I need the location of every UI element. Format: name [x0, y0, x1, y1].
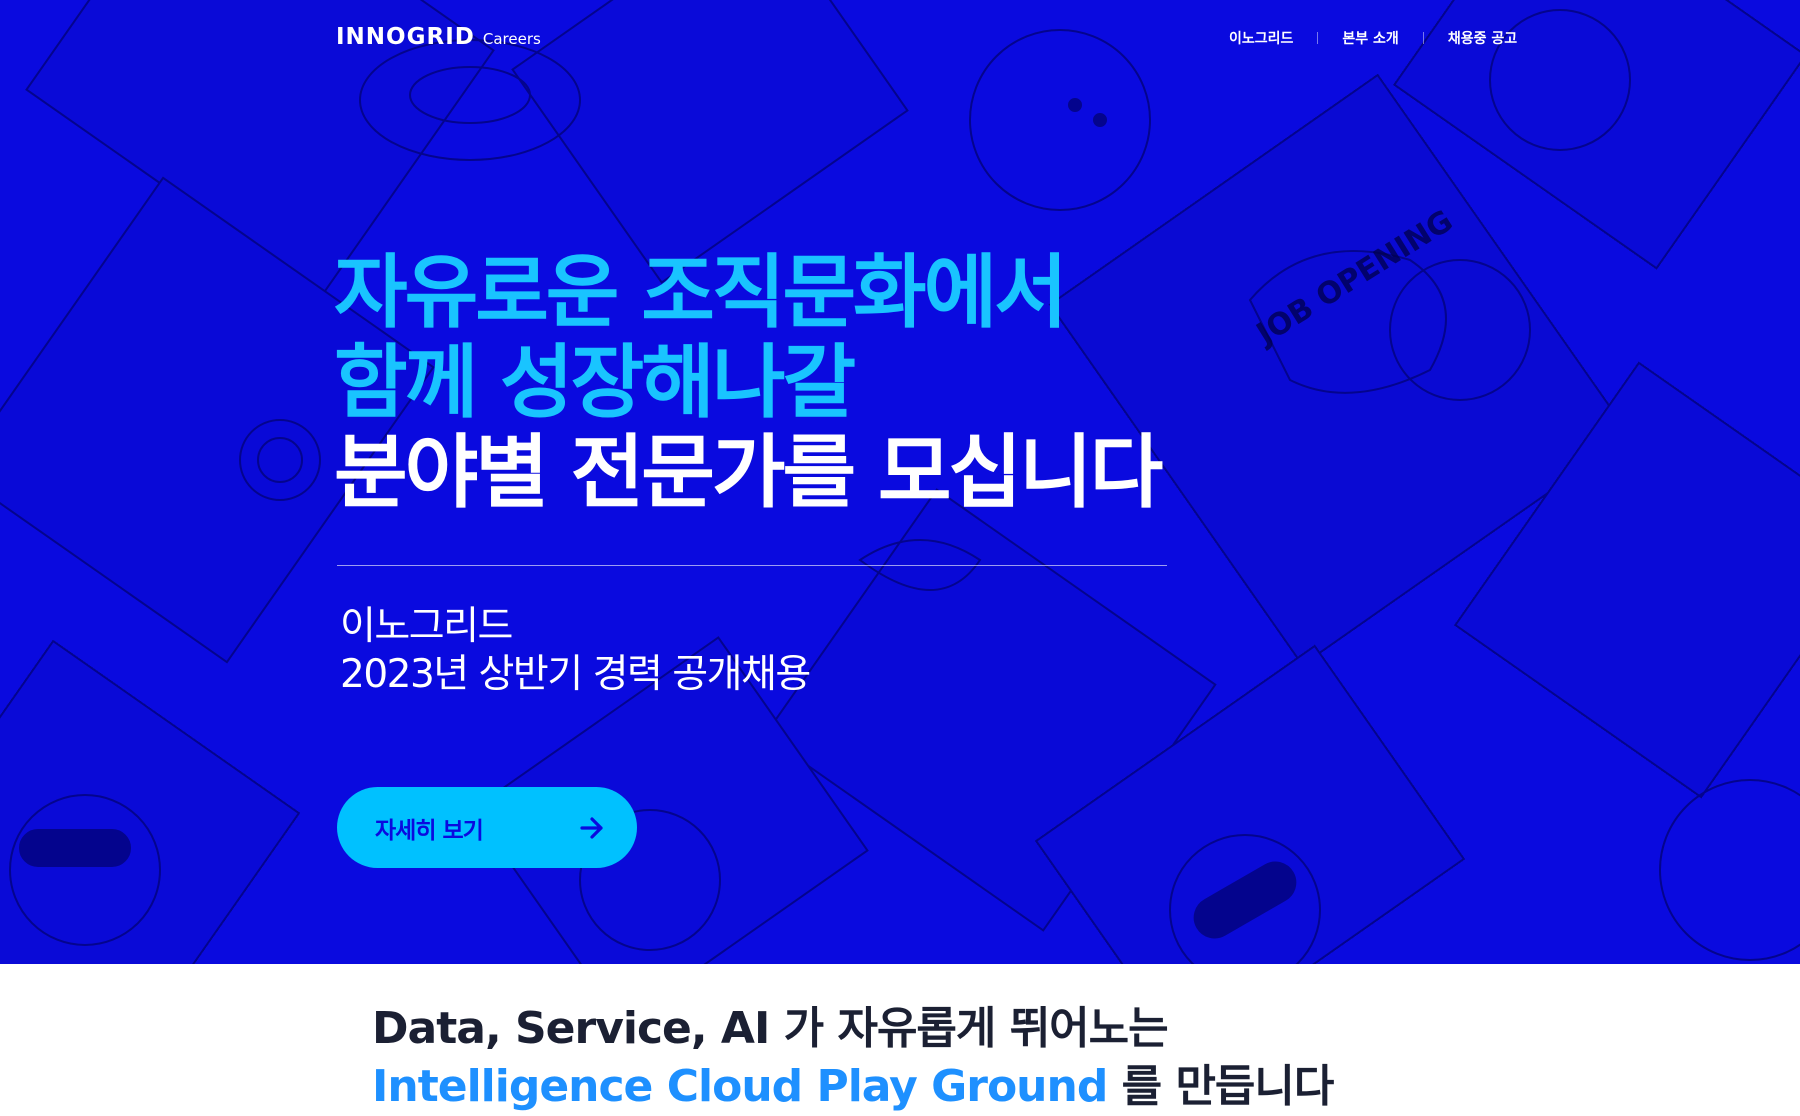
main-nav: 이노그리드 본부 소개 채용중 공고 — [1205, 28, 1541, 48]
nav-item-division-intro[interactable]: 본부 소개 — [1318, 28, 1422, 48]
hero-section: JOB OPENING INNOGRID Careers 이노그리드 본부 소개… — [0, 0, 1800, 964]
logo-sub-text: Careers — [482, 30, 541, 48]
view-details-button[interactable]: 자세히 보기 — [337, 787, 637, 868]
nav-item-job-openings[interactable]: 채용중 공고 — [1424, 28, 1541, 48]
innogrid-careers-logo[interactable]: INNOGRID Careers — [336, 24, 541, 50]
headline-line-2: 함께 성장해나갈 — [334, 336, 856, 429]
intro-line-2: Intelligence Cloud Play Ground 를 만듭니다 — [372, 1058, 1335, 1116]
subheading-company: 이노그리드 — [340, 604, 513, 649]
headline-line-1: 자유로운 조직문화에서 — [334, 246, 1068, 339]
intro-highlight: Intelligence Cloud Play Ground — [372, 1061, 1108, 1112]
logo-main-text: INNOGRID — [336, 24, 475, 50]
subheading-recruitment: 2023년 상반기 경력 공개채용 — [340, 652, 811, 697]
hero-headline: 자유로운 조직문화에서 함께 성장해나갈 분야별 전문가를 모십니다 — [334, 246, 1163, 519]
nav-item-innogrid[interactable]: 이노그리드 — [1205, 28, 1317, 48]
top-navigation-bar: INNOGRID Careers 이노그리드 본부 소개 채용중 공고 — [0, 0, 1800, 80]
intro-line-1: Data, Service, AI 가 자유롭게 뛰어노는 — [372, 1003, 1169, 1054]
arrow-right-icon — [580, 816, 603, 839]
headline-line-3: 분야별 전문가를 모십니다 — [334, 426, 1163, 519]
hero-divider — [337, 565, 1167, 566]
intro-section-heading: Data, Service, AI 가 자유롭게 뛰어노는 Intelligen… — [372, 1000, 1335, 1116]
view-details-label: 자세히 보기 — [375, 817, 484, 844]
intro-line-2-rest: 를 만듭니다 — [1107, 1061, 1335, 1112]
hero-subheading: 이노그리드 2023년 상반기 경력 공개채용 — [340, 603, 811, 699]
